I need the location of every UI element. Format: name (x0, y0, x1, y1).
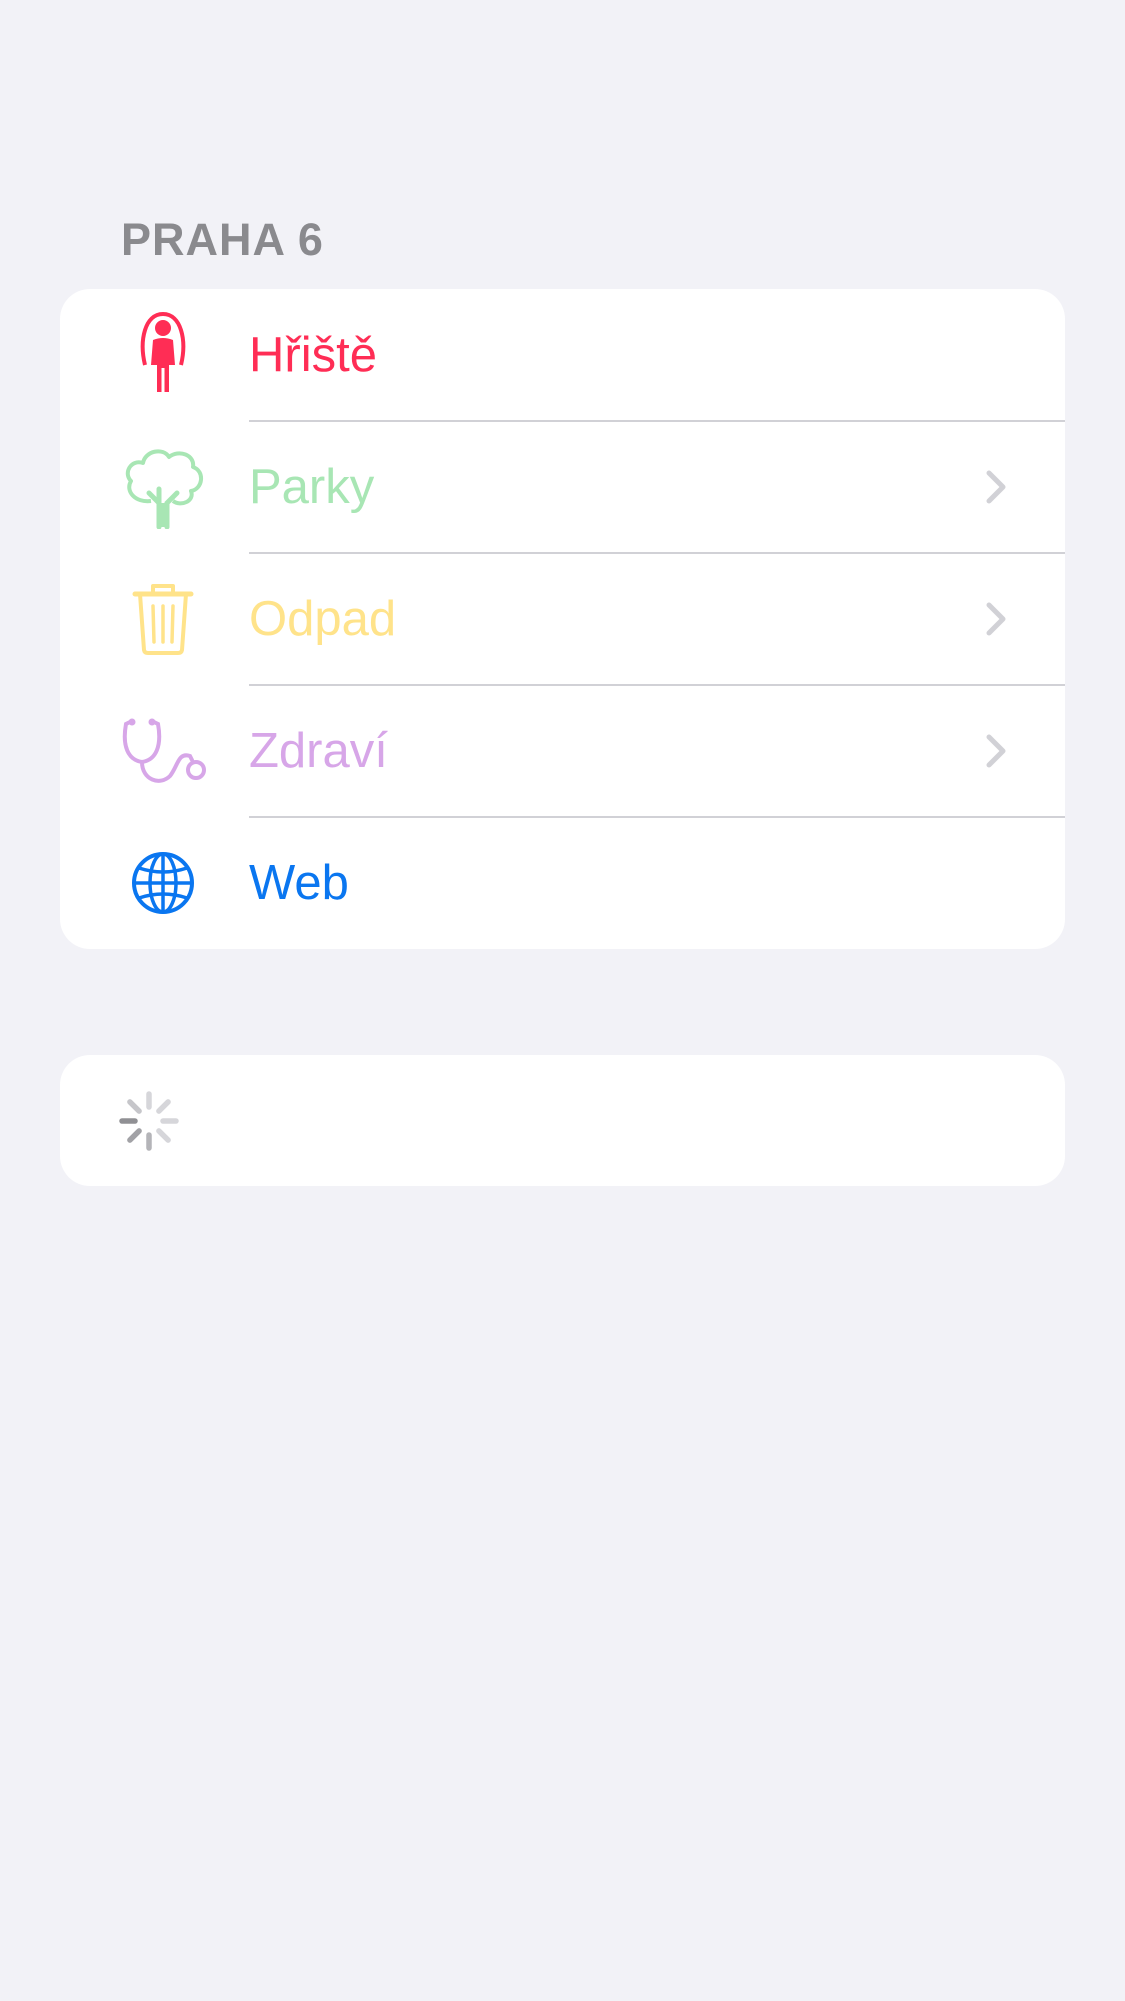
menu-item-web[interactable]: Web (60, 817, 1065, 949)
globe-icon (113, 833, 213, 933)
tree-icon (113, 437, 213, 537)
menu-item-label: Hřiště (249, 328, 377, 382)
menu-item-label: Odpad (249, 592, 397, 646)
menu-item-label: Zdraví (249, 724, 388, 778)
jump-rope-figure-icon (113, 305, 213, 405)
menu-item-label: Parky (249, 460, 375, 514)
menu-item-odpad[interactable]: Odpad (60, 553, 1065, 686)
section-header: PRAHA 6 (121, 214, 324, 265)
menu-item-parky[interactable]: Parky (60, 421, 1065, 554)
stethoscope-icon (113, 701, 213, 801)
menu-item-label: Web (249, 856, 349, 910)
chevron-right-icon (981, 731, 1011, 771)
chevron-right-icon (981, 599, 1011, 639)
loading-card (60, 1055, 1065, 1186)
trash-icon (113, 569, 213, 669)
menu-item-zdravi[interactable]: Zdraví (60, 685, 1065, 818)
chevron-right-icon (981, 467, 1011, 507)
menu-list: Hřiště Parky Odpad Zdraví Web (60, 289, 1065, 949)
activity-spinner-icon (118, 1090, 180, 1152)
menu-item-hriste[interactable]: Hřiště (60, 289, 1065, 422)
